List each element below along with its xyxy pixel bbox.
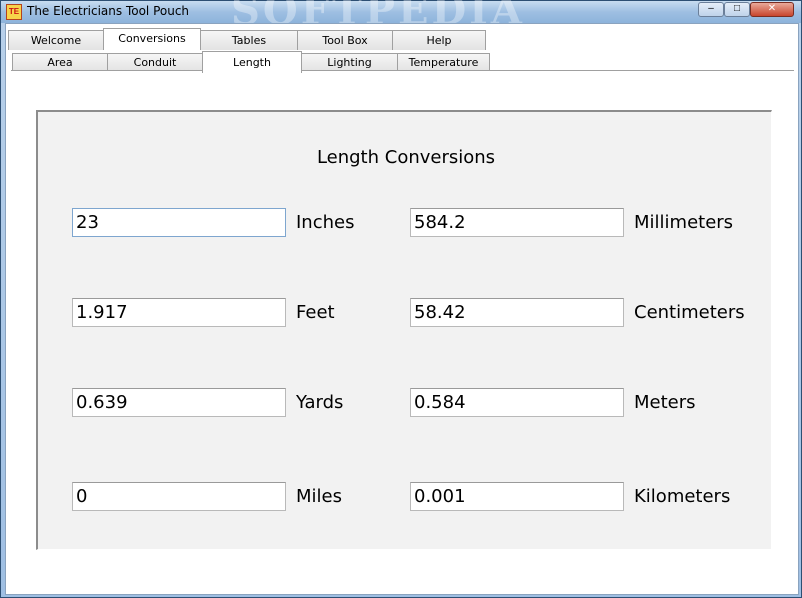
millimeters-input[interactable]: 584.2: [410, 208, 624, 237]
meters-label: Meters: [634, 392, 696, 413]
kilometers-label: Kilometers: [634, 486, 731, 507]
centimeters-label: Centimeters: [634, 302, 745, 323]
centimeters-input[interactable]: 58.42: [410, 298, 624, 327]
title-bar[interactable]: TE The Electricians Tool Pouch SOFTPEDIA…: [1, 0, 801, 34]
tab-conversions[interactable]: Conversions: [103, 28, 201, 50]
minimize-button[interactable]: –: [698, 2, 724, 17]
inches-label: Inches: [296, 212, 355, 233]
yards-label: Yards: [296, 392, 344, 413]
client-area: Welcome Conversions Tables Tool Box Help…: [5, 23, 799, 595]
tab-tool-box[interactable]: Tool Box: [297, 30, 393, 50]
meters-input[interactable]: 0.584: [410, 388, 624, 417]
inches-input[interactable]: 23: [72, 208, 286, 237]
tab-area[interactable]: Area: [12, 53, 108, 71]
tab-divider: [11, 70, 794, 71]
app-icon[interactable]: TE: [6, 4, 22, 20]
feet-input[interactable]: 1.917: [72, 298, 286, 327]
tab-tables[interactable]: Tables: [200, 30, 298, 50]
tab-lighting[interactable]: Lighting: [301, 53, 398, 71]
tab-help[interactable]: Help: [392, 30, 486, 50]
tab-length[interactable]: Length: [202, 51, 302, 73]
miles-label: Miles: [296, 486, 342, 507]
close-button[interactable]: ✕: [750, 2, 794, 17]
tab-welcome[interactable]: Welcome: [8, 30, 104, 50]
tab-temperature[interactable]: Temperature: [397, 53, 490, 71]
feet-label: Feet: [296, 302, 335, 323]
maximize-button[interactable]: □: [724, 2, 750, 17]
length-conversion-panel: Length Conversions 23 Inches 584.2 Milli…: [36, 110, 772, 550]
miles-input[interactable]: 0: [72, 482, 286, 511]
yards-input[interactable]: 0.639: [72, 388, 286, 417]
panel-title: Length Conversions: [316, 147, 496, 168]
millimeters-label: Millimeters: [634, 212, 734, 233]
window-title: The Electricians Tool Pouch: [27, 4, 190, 18]
app-window: TE The Electricians Tool Pouch SOFTPEDIA…: [0, 0, 802, 598]
kilometers-input[interactable]: 0.001: [410, 482, 624, 511]
tab-conduit[interactable]: Conduit: [107, 53, 203, 71]
